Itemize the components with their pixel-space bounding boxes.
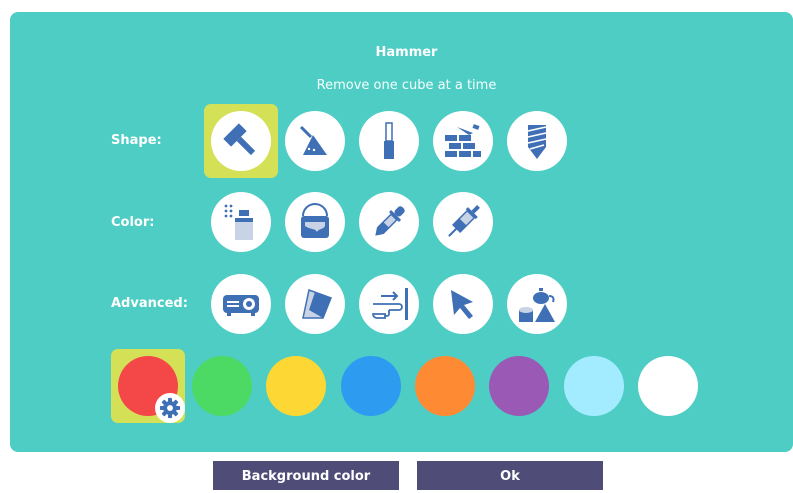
color-swatch[interactable] <box>266 356 326 416</box>
arrow-cursor-tool-button[interactable] <box>433 274 493 334</box>
syringe-icon <box>448 205 480 237</box>
advanced-row-label: Advanced: <box>111 296 188 311</box>
shape-row-label: Shape: <box>111 133 162 148</box>
arrow-cursor-icon <box>451 290 473 319</box>
brick-wall-icon <box>445 124 481 157</box>
color-swatch[interactable] <box>564 356 624 416</box>
dialog-title: Hammer <box>375 45 438 60</box>
color-swatch[interactable] <box>415 356 475 416</box>
paint-bucket-icon <box>301 203 329 238</box>
projector-tool-button[interactable] <box>211 274 271 334</box>
hand-pointer-icon <box>372 288 408 320</box>
chisel-tool-button[interactable] <box>359 111 419 171</box>
color-swatch[interactable] <box>341 356 401 416</box>
color-swatch[interactable] <box>192 356 252 416</box>
color-row-label: Color: <box>111 215 155 230</box>
shapes-icon <box>519 288 555 322</box>
color-settings-button[interactable] <box>155 393 185 423</box>
spray-can-icon <box>224 204 253 240</box>
syringe-tool-button[interactable] <box>433 192 493 252</box>
chisel-icon <box>384 122 394 159</box>
paper-tool-button[interactable] <box>285 274 345 334</box>
background-color-button[interactable]: Background color <box>213 461 399 490</box>
gear-icon <box>159 397 181 419</box>
trowel-icon <box>299 125 327 155</box>
shapes-tool-button[interactable] <box>507 274 567 334</box>
drill-bit-tool-button[interactable] <box>507 111 567 171</box>
brick-wall-tool-button[interactable] <box>433 111 493 171</box>
spray-can-tool-button[interactable] <box>211 192 271 252</box>
eyedropper-tool-button[interactable] <box>359 192 419 252</box>
paint-bucket-tool-button[interactable] <box>285 192 345 252</box>
color-swatch[interactable] <box>489 356 549 416</box>
drill-bit-icon <box>527 125 547 159</box>
paper-icon <box>302 289 332 319</box>
hand-pointer-tool-button[interactable] <box>359 274 419 334</box>
hammer-tool-button[interactable] <box>211 111 271 171</box>
dialog-description: Remove one cube at a time <box>316 78 497 93</box>
color-swatch[interactable] <box>638 356 698 416</box>
trowel-tool-button[interactable] <box>285 111 345 171</box>
ok-button[interactable]: Ok <box>417 461 603 490</box>
eyedropper-icon <box>375 206 405 236</box>
hammer-icon <box>223 123 256 156</box>
projector-icon <box>223 295 259 316</box>
